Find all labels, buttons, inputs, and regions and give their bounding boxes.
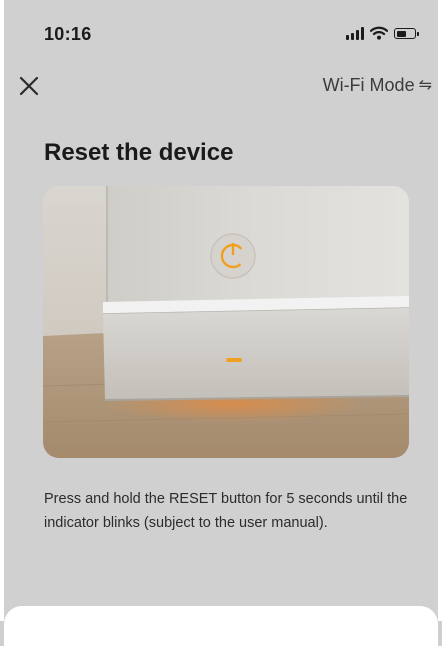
wifi-icon bbox=[370, 26, 388, 40]
cellular-signal-icon bbox=[346, 26, 364, 40]
device-frame-right bbox=[438, 0, 442, 621]
close-button[interactable] bbox=[17, 74, 41, 98]
swap-arrows-icon: ⇋ bbox=[418, 76, 432, 94]
battery-icon bbox=[394, 28, 419, 39]
wifi-mode-label: Wi-Fi Mode bbox=[322, 75, 415, 95]
status-time: 10:16 bbox=[44, 24, 92, 44]
device-illustration bbox=[43, 186, 409, 458]
device-frame-left bbox=[0, 0, 4, 621]
device-reset-image bbox=[43, 186, 409, 458]
close-icon bbox=[19, 76, 39, 96]
bottom-sheet bbox=[4, 606, 438, 646]
status-icons bbox=[346, 26, 419, 40]
reset-instruction-text: Press and hold the RESET button for 5 se… bbox=[44, 491, 408, 531]
app-screen: 10:16 Wi-Fi Mode ⇋ Reset the device Pres… bbox=[0, 0, 442, 646]
page-title: Reset the device bbox=[44, 139, 234, 166]
wifi-mode-switch[interactable]: Wi-Fi Mode ⇋ bbox=[323, 75, 432, 96]
status-bar: 10:16 bbox=[0, 0, 442, 60]
